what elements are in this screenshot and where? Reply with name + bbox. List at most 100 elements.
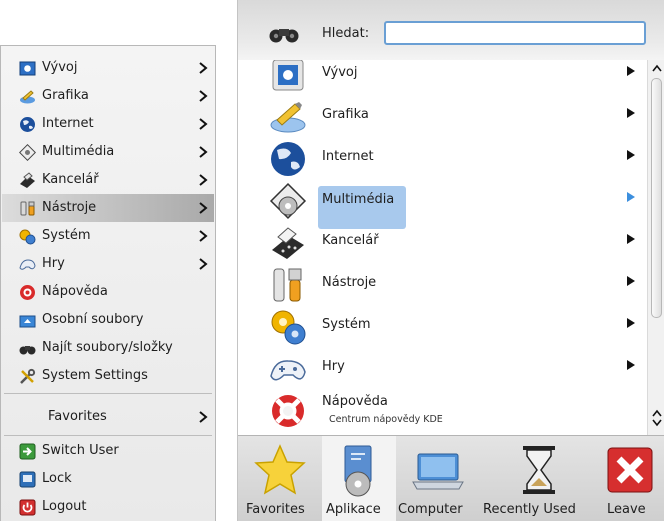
chevron-right-icon <box>199 411 208 423</box>
kickoff-item-grafika[interactable]: Grafika <box>238 95 638 137</box>
classic-item-najit[interactable]: Najít soubory/složky <box>2 334 214 362</box>
classic-item-label: Kancelář <box>42 172 99 187</box>
classic-item-favorites[interactable]: Favorites <box>2 403 214 431</box>
classic-item-hry[interactable]: Hry <box>2 250 214 278</box>
games-icon <box>270 360 306 381</box>
scrollbar-thumb[interactable] <box>651 78 662 318</box>
kickoff-item-system[interactable]: Systém <box>238 305 638 347</box>
tab-computer[interactable]: Computer <box>396 436 480 521</box>
classic-item-label: Switch User <box>42 443 119 458</box>
development-icon <box>272 60 304 91</box>
kickoff-item-hry[interactable]: Hry <box>238 347 638 389</box>
kickoff-item-vyvoj[interactable]: Vývoj <box>238 60 638 95</box>
classic-item-label: Favorites <box>48 409 107 424</box>
kickoff-item-label: Systém <box>322 317 371 332</box>
tab-leave[interactable]: Leave <box>598 436 664 521</box>
development-icon <box>19 61 36 76</box>
chevron-right-icon <box>199 230 208 242</box>
kickoff-item-label: Kancelář <box>322 233 379 248</box>
classic-item-system-settings[interactable]: System Settings <box>2 362 214 390</box>
kickoff-item-nastroje[interactable]: Nástroje <box>238 263 638 305</box>
settings-icon <box>20 368 36 384</box>
internet-globe-icon <box>271 142 305 176</box>
classic-item-grafika[interactable]: Grafika <box>2 82 214 110</box>
classic-item-napoveda[interactable]: Nápověda <box>2 278 214 306</box>
kickoff-launcher: Hledat: Vývoj Grafika Internet Multimédi… <box>237 0 664 521</box>
tab-label: Favorites <box>246 502 305 517</box>
triangle-right-icon <box>627 234 635 244</box>
logout-icon <box>19 499 36 516</box>
tab-label: Computer <box>398 502 463 517</box>
classic-item-label: Vývoj <box>42 60 78 75</box>
switch-user-icon <box>19 443 36 460</box>
classic-item-nastroje[interactable]: Nástroje <box>2 194 214 222</box>
binoculars-icon <box>19 346 36 355</box>
help-icon <box>20 285 35 300</box>
classic-item-label: Osobní soubory <box>42 312 144 327</box>
classic-item-osobni-soubory[interactable]: Osobní soubory <box>2 306 214 334</box>
scrollbar[interactable] <box>647 60 664 435</box>
scroll-up-icon[interactable] <box>652 64 662 72</box>
classic-item-label: Nápověda <box>42 284 108 299</box>
switch-user-button[interactable]: Switch User <box>2 437 214 465</box>
kickoff-item-subtitle: Centrum nápovědy KDE <box>329 414 443 425</box>
kickoff-item-napoveda[interactable]: Nápověda Centrum nápovědy KDE <box>238 389 638 431</box>
graphics-icon <box>270 102 306 133</box>
kickoff-item-label: Internet <box>322 149 374 164</box>
chevron-right-icon <box>199 258 208 270</box>
office-icon <box>20 172 35 188</box>
games-icon <box>19 259 36 270</box>
tab-label: Aplikace <box>326 502 381 517</box>
triangle-right-icon <box>627 66 635 76</box>
tab-aplikace[interactable]: Aplikace <box>322 436 396 521</box>
classic-item-label: Grafika <box>42 88 89 103</box>
classic-item-vyvoj[interactable]: Vývoj <box>2 54 214 82</box>
classic-menu: Vývoj Grafika Internet Multimédia Kancel… <box>0 45 216 521</box>
classic-item-label: Hry <box>42 256 65 271</box>
classic-item-multimedia[interactable]: Multimédia <box>2 138 214 166</box>
applications-icon <box>344 445 372 497</box>
kickoff-item-internet[interactable]: Internet <box>238 137 638 179</box>
system-icon <box>271 310 306 345</box>
leave-icon <box>607 447 653 493</box>
graphics-icon <box>20 90 35 104</box>
kickoff-item-label: Nástroje <box>322 275 377 290</box>
kickoff-item-label: Grafika <box>322 107 369 122</box>
chevron-right-icon <box>199 90 208 102</box>
star-icon <box>254 444 306 495</box>
system-icon <box>19 229 36 245</box>
chevron-right-icon <box>199 62 208 74</box>
classic-item-kancelar[interactable]: Kancelář <box>2 166 214 194</box>
multimedia-icon <box>269 182 307 220</box>
chevron-right-icon <box>199 146 208 158</box>
binoculars-icon <box>269 29 299 43</box>
classic-item-label: Multimédia <box>42 144 115 159</box>
classic-item-label: Internet <box>42 116 94 131</box>
help-icon <box>272 395 304 427</box>
tab-bar: Favorites Aplikace Computer Recently Use… <box>238 435 664 521</box>
tools-icon <box>273 268 302 302</box>
office-icon <box>272 227 304 259</box>
tab-recently-used[interactable]: Recently Used <box>480 436 598 521</box>
hourglass-icon <box>523 446 555 494</box>
classic-item-internet[interactable]: Internet <box>2 110 214 138</box>
classic-item-system[interactable]: Systém <box>2 222 214 250</box>
logout-button[interactable]: Logout <box>2 493 214 521</box>
triangle-right-icon <box>627 150 635 160</box>
internet-globe-icon <box>20 117 35 132</box>
tab-favorites[interactable]: Favorites <box>238 436 322 521</box>
search-input[interactable] <box>384 21 646 45</box>
kickoff-item-label: Vývoj <box>322 65 358 80</box>
kickoff-item-kancelar[interactable]: Kancelář <box>238 221 638 263</box>
kickoff-item-label: Hry <box>322 359 345 374</box>
application-list: Vývoj Grafika Internet Multimédia Kancel… <box>238 60 646 435</box>
kickoff-item-multimedia[interactable]: Multimédia <box>238 179 638 229</box>
classic-item-label: Systém <box>42 228 91 243</box>
chevron-right-icon <box>199 202 208 214</box>
menu-separator <box>4 393 212 394</box>
search-label: Hledat: <box>322 26 370 41</box>
home-folder-icon <box>19 315 36 328</box>
lock-button[interactable]: Lock <box>2 465 214 493</box>
classic-item-label: Najít soubory/složky <box>42 340 173 355</box>
scroll-updown-icon[interactable] <box>652 409 662 427</box>
